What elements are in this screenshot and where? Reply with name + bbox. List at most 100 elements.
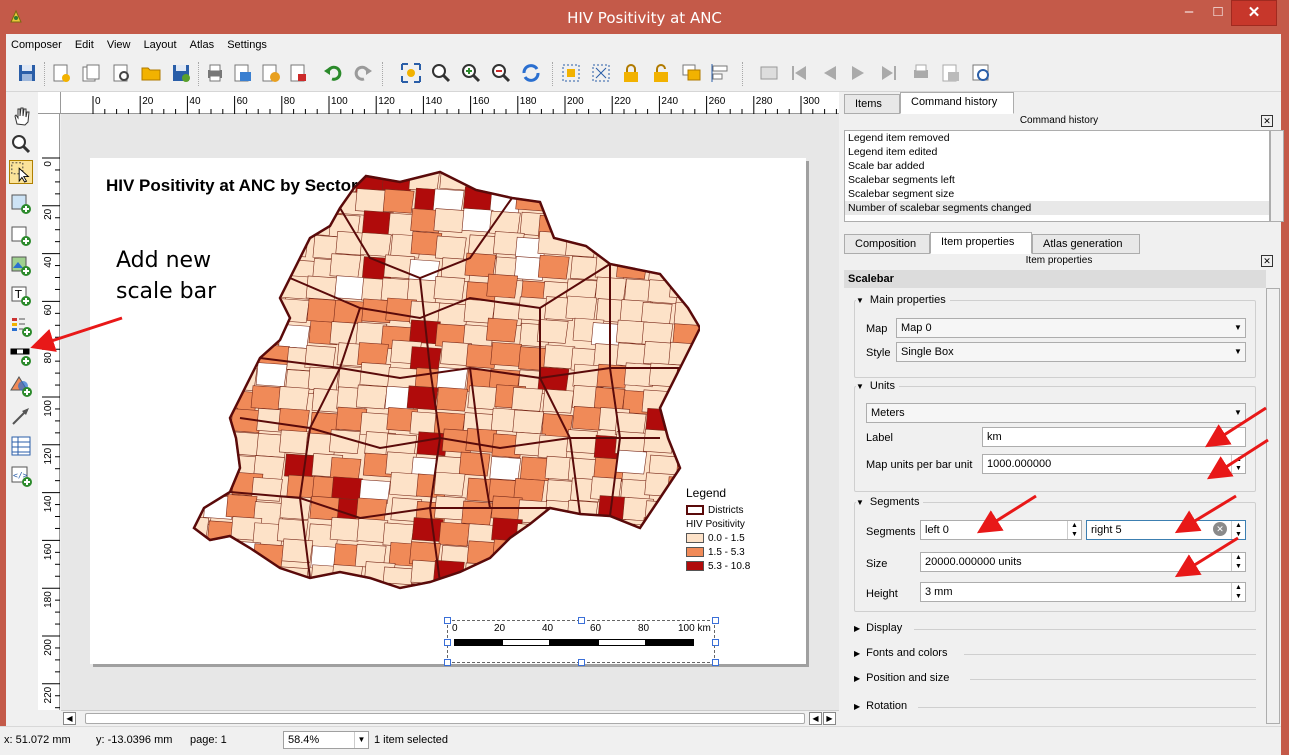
resize-handle-bl[interactable] xyxy=(444,659,451,666)
menu-edit[interactable]: Edit xyxy=(70,34,99,51)
scalebar-item[interactable]: 0 20 40 60 80 100 km xyxy=(444,617,719,666)
segments-toggle[interactable]: ▼ Segments xyxy=(856,496,924,508)
align-items-icon[interactable] xyxy=(710,62,732,84)
add-table-icon[interactable] xyxy=(9,434,33,458)
spin-up-icon[interactable]: ▲ xyxy=(1232,553,1245,562)
export-pdf-icon[interactable] xyxy=(288,62,310,84)
history-item[interactable]: Scalebar segment size xyxy=(845,187,1269,201)
tab-item-properties[interactable]: Item properties xyxy=(930,232,1032,254)
spin-up-icon[interactable]: ▲ xyxy=(1068,521,1081,530)
menu-layout[interactable]: Layout xyxy=(139,34,182,51)
scroll-right-icon[interactable]: ▶ xyxy=(823,712,836,725)
first-feature-icon[interactable] xyxy=(788,62,810,84)
tab-composition[interactable]: Composition xyxy=(844,234,930,254)
export-atlas-icon[interactable] xyxy=(940,62,962,84)
history-item[interactable]: Scalebar segments left xyxy=(845,173,1269,187)
save-icon[interactable] xyxy=(16,62,38,84)
map-units-per-bar-input[interactable]: 1000.000000 ▲ ▼ xyxy=(982,454,1246,474)
segments-left-input[interactable]: left 0 ▲ ▼ xyxy=(920,520,1082,540)
units-select[interactable]: Meters ▼ xyxy=(866,403,1246,423)
spin-down-icon[interactable]: ▼ xyxy=(1232,592,1245,601)
undo-icon[interactable] xyxy=(322,62,344,84)
save-template-icon[interactable] xyxy=(170,62,192,84)
add-image-icon[interactable] xyxy=(9,254,33,278)
add-shape-icon[interactable] xyxy=(9,374,33,398)
maximize-button[interactable]: □ xyxy=(1203,0,1233,26)
spin-down-icon[interactable]: ▼ xyxy=(1232,464,1245,473)
history-item[interactable]: Scale bar added xyxy=(845,159,1269,173)
spinbox-arrows[interactable]: ▲ ▼ xyxy=(1231,455,1245,473)
spinbox-arrows[interactable]: ▲ ▼ xyxy=(1231,553,1245,571)
history-scrollbar[interactable] xyxy=(1270,130,1284,222)
resize-handle-tl[interactable] xyxy=(444,617,451,624)
add-html-frame-icon[interactable]: </> xyxy=(9,464,33,488)
raise-items-icon[interactable] xyxy=(680,62,702,84)
spinbox-arrows[interactable]: ▲ ▼ xyxy=(1231,521,1245,539)
map-select[interactable]: Map 0 ▼ xyxy=(896,318,1246,338)
spinbox-arrows[interactable]: ▲ ▼ xyxy=(1067,521,1081,539)
refresh-icon[interactable] xyxy=(520,62,542,84)
spin-up-icon[interactable]: ▲ xyxy=(1232,583,1245,592)
style-select[interactable]: Single Box ▼ xyxy=(896,342,1246,362)
history-item-selected[interactable]: Number of scalebar segments changed xyxy=(845,201,1269,215)
bar-height-input[interactable]: 3 mm ▲ ▼ xyxy=(920,582,1246,602)
minimize-button[interactable]: – xyxy=(1174,0,1204,26)
select-move-tool[interactable] xyxy=(9,160,33,184)
position-size-group-toggle[interactable]: ▶ Position and size xyxy=(854,672,1256,688)
ungroup-items-icon[interactable] xyxy=(590,62,612,84)
spin-up-icon[interactable]: ▲ xyxy=(1232,521,1245,530)
menu-view[interactable]: View xyxy=(102,34,136,51)
properties-scrollbar[interactable] xyxy=(1266,288,1280,724)
display-group-toggle[interactable]: ▶ Display xyxy=(854,622,1256,638)
scrollbar-thumb[interactable] xyxy=(85,713,805,724)
close-dock-icon[interactable]: ✕ xyxy=(1261,255,1273,267)
scroll-left-end-icon[interactable]: ◀ xyxy=(809,712,822,725)
main-properties-toggle[interactable]: ▼ Main properties xyxy=(856,294,950,306)
command-history-list[interactable]: Legend item removed Legend item edited S… xyxy=(844,130,1270,222)
previous-feature-icon[interactable] xyxy=(818,62,840,84)
duplicate-composer-icon[interactable] xyxy=(80,62,102,84)
add-scalebar-icon[interactable] xyxy=(9,344,33,368)
units-toggle[interactable]: ▼ Units xyxy=(856,380,899,392)
menu-composer[interactable]: Composer xyxy=(6,34,67,51)
rotation-group-toggle[interactable]: ▶ Rotation xyxy=(854,700,1256,716)
segments-right-input[interactable]: right 5 ✕ ▲ ▼ xyxy=(1086,520,1246,540)
zoom-actual-icon[interactable] xyxy=(430,62,452,84)
menu-settings[interactable]: Settings xyxy=(222,34,272,51)
rwanda-sector-map[interactable] xyxy=(140,168,700,598)
group-items-icon[interactable] xyxy=(560,62,582,84)
close-button[interactable]: ✕ xyxy=(1231,0,1277,26)
menu-atlas[interactable]: Atlas xyxy=(185,34,219,51)
lock-icon[interactable] xyxy=(620,62,642,84)
spin-down-icon[interactable]: ▼ xyxy=(1232,530,1245,539)
segment-size-input[interactable]: 20000.000000 units ▲ ▼ xyxy=(920,552,1246,572)
spin-down-icon[interactable]: ▼ xyxy=(1068,530,1081,539)
zoom-tool-icon[interactable] xyxy=(9,132,33,156)
export-svg-icon[interactable] xyxy=(260,62,282,84)
history-item[interactable]: Legend item edited xyxy=(845,145,1269,159)
next-feature-icon[interactable] xyxy=(848,62,870,84)
spinbox-arrows[interactable]: ▲ ▼ xyxy=(1231,583,1245,601)
spin-up-icon[interactable]: ▲ xyxy=(1232,455,1245,464)
atlas-settings-icon[interactable] xyxy=(970,62,992,84)
add-map-icon[interactable] xyxy=(9,224,33,248)
resize-handle-l[interactable] xyxy=(444,639,451,646)
pan-hand-icon[interactable] xyxy=(9,104,33,128)
tab-atlas-generation[interactable]: Atlas generation xyxy=(1032,234,1140,254)
new-composer-icon[interactable] xyxy=(50,62,72,84)
print-atlas-icon[interactable] xyxy=(910,62,932,84)
atlas-preview-icon[interactable] xyxy=(758,62,780,84)
history-item[interactable]: Legend item removed xyxy=(845,131,1269,145)
add-legend-icon[interactable] xyxy=(9,314,33,338)
fonts-colors-group-toggle[interactable]: ▶ Fonts and colors xyxy=(854,647,1256,663)
zoom-out-icon[interactable] xyxy=(490,62,512,84)
add-arrow-icon[interactable] xyxy=(9,404,33,428)
redo-icon[interactable] xyxy=(352,62,374,84)
canvas-horizontal-scrollbar[interactable]: ◀ ◀ ▶ xyxy=(61,710,839,726)
composer-manager-icon[interactable] xyxy=(110,62,132,84)
last-feature-icon[interactable] xyxy=(878,62,900,84)
resize-handle-b[interactable] xyxy=(578,659,585,666)
zoom-level-select[interactable]: 58.4% ▼ xyxy=(283,731,369,749)
unit-label-input[interactable]: km xyxy=(982,427,1246,447)
add-label-icon[interactable]: T xyxy=(9,284,33,308)
